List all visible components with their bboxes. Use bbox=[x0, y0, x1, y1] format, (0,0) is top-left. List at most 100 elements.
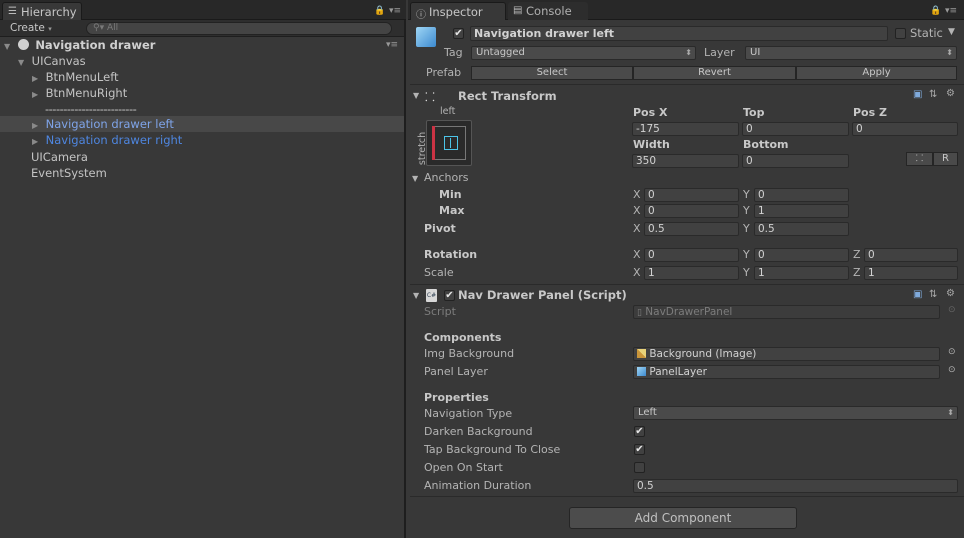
darken-background-label: Darken Background bbox=[424, 425, 533, 438]
inspector-tabbar: ⓘ Inspector ▤ Console 🔒 ▾≡ bbox=[408, 0, 964, 21]
blueprint-mode-button[interactable]: ⸬ bbox=[906, 152, 933, 166]
posz-label: Pos Z bbox=[853, 106, 887, 119]
scene-row[interactable]: ▼ Navigation drawer ▾≡ bbox=[0, 37, 404, 53]
scale-z-axis-label: Z bbox=[853, 266, 861, 279]
bottom-field[interactable]: 0 bbox=[742, 154, 849, 168]
pivot-label: Pivot bbox=[424, 222, 456, 235]
divider bbox=[410, 496, 964, 497]
components-header: Components bbox=[424, 331, 502, 344]
hierarchy-item-btnmenuleft[interactable]: ▶ BtnMenuLeft bbox=[0, 69, 119, 85]
rotation-label: Rotation bbox=[424, 248, 478, 261]
object-name-field[interactable]: Navigation drawer left bbox=[470, 26, 888, 41]
script-reference-field[interactable]: ▯ NavDrawerPanel bbox=[633, 305, 940, 319]
pivot-x-field[interactable]: 0.5 bbox=[644, 222, 739, 236]
static-dropdown-icon[interactable]: ▼ bbox=[948, 27, 955, 37]
posz-field[interactable]: 0 bbox=[852, 122, 958, 136]
layer-dropdown[interactable]: UI ⬍ bbox=[745, 46, 957, 60]
hierarchy-item-separator[interactable]: ------------------------- bbox=[0, 101, 137, 117]
posx-field[interactable]: -175 bbox=[632, 122, 739, 136]
scale-y-field[interactable]: 1 bbox=[754, 266, 849, 280]
panel-layer-value: PanelLayer bbox=[649, 366, 707, 378]
gear-icon[interactable]: ⚙ bbox=[946, 288, 955, 299]
anchor-preset-button[interactable] bbox=[426, 120, 472, 166]
hierarchy-search-input[interactable]: ⚲▾ All bbox=[86, 22, 392, 35]
panel-layer-field[interactable]: PanelLayer bbox=[633, 365, 940, 379]
scene-menu-icon[interactable]: ▾≡ bbox=[386, 37, 398, 53]
tag-dropdown[interactable]: Untagged ⬍ bbox=[471, 46, 696, 60]
hierarchy-item-uicanvas[interactable]: ▼ UICanvas bbox=[0, 53, 86, 69]
anchor-max-y-field[interactable]: 1 bbox=[754, 204, 849, 218]
width-label: Width bbox=[633, 138, 670, 151]
animation-duration-field[interactable]: 0.5 bbox=[633, 479, 958, 493]
rect-transform-title[interactable]: Rect Transform bbox=[458, 89, 557, 103]
pivot-x-axis-label: X bbox=[633, 222, 641, 235]
raw-edit-button[interactable]: R bbox=[933, 152, 958, 166]
prefab-select-button[interactable]: Select bbox=[471, 66, 633, 80]
anchor-max-x-field[interactable]: 0 bbox=[644, 204, 739, 218]
active-checkbox[interactable]: ✔ bbox=[453, 28, 464, 39]
static-checkbox[interactable] bbox=[895, 28, 906, 39]
item-label: ------------------------- bbox=[45, 102, 137, 116]
foldout-arrow-icon[interactable]: ▼ bbox=[413, 291, 419, 300]
rotation-z-field[interactable]: 0 bbox=[864, 248, 958, 262]
rot-x-axis-label: X bbox=[633, 248, 641, 261]
max-y-axis-label: Y bbox=[743, 204, 750, 217]
prefab-revert-button[interactable]: Revert bbox=[633, 66, 796, 80]
hierarchy-item-btnmenuright[interactable]: ▶ BtnMenuRight bbox=[0, 85, 127, 101]
preset-icon[interactable]: ⇅ bbox=[929, 89, 937, 100]
add-component-button[interactable]: Add Component bbox=[569, 507, 797, 529]
object-picker-icon[interactable]: ⊙ bbox=[948, 305, 956, 315]
rotation-x-field[interactable]: 0 bbox=[644, 248, 739, 262]
gear-icon[interactable]: ⚙ bbox=[946, 88, 955, 99]
anchors-label[interactable]: Anchors bbox=[424, 171, 469, 184]
panel-menu-icon[interactable]: ▾≡ bbox=[389, 6, 401, 16]
hierarchy-item-navigation-drawer-left[interactable]: ▶ Navigation drawer left bbox=[0, 116, 404, 132]
help-icon[interactable]: ▣ bbox=[913, 89, 922, 100]
unity-scene-icon bbox=[17, 39, 29, 50]
scale-x-axis-label: X bbox=[633, 266, 641, 279]
preset-icon[interactable]: ⇅ bbox=[929, 289, 937, 300]
navigation-type-dropdown[interactable]: Left ⬍ bbox=[633, 406, 958, 420]
properties-header: Properties bbox=[424, 391, 489, 404]
updown-icon: ⬍ bbox=[946, 48, 953, 57]
tab-hierarchy[interactable]: ☰ Hierarchy bbox=[2, 2, 82, 20]
rect-transform-icon: ⸬ bbox=[425, 90, 435, 104]
scale-z-field[interactable]: 1 bbox=[864, 266, 958, 280]
tab-console-label: Console bbox=[526, 4, 572, 18]
static-label[interactable]: Static bbox=[910, 26, 943, 40]
anchor-min-y-field[interactable]: 0 bbox=[754, 188, 849, 202]
divider bbox=[410, 84, 964, 85]
lock-icon[interactable]: 🔒 bbox=[930, 6, 941, 16]
width-field[interactable]: 350 bbox=[632, 154, 739, 168]
script-enabled-checkbox[interactable]: ✔ bbox=[444, 290, 455, 301]
create-dropdown[interactable]: Create ▾ bbox=[4, 21, 58, 36]
tap-background-label: Tap Background To Close bbox=[424, 443, 561, 456]
open-on-start-checkbox[interactable] bbox=[634, 462, 645, 473]
scale-x-field[interactable]: 1 bbox=[644, 266, 739, 280]
anchor-min-x-field[interactable]: 0 bbox=[644, 188, 739, 202]
hierarchy-item-navigation-drawer-right[interactable]: ▶ Navigation drawer right bbox=[0, 132, 182, 148]
tab-inspector[interactable]: ⓘ Inspector bbox=[410, 2, 506, 21]
tap-background-checkbox[interactable]: ✔ bbox=[634, 444, 645, 455]
hierarchy-item-uicamera[interactable]: UICamera bbox=[0, 149, 88, 165]
object-picker-icon[interactable]: ⊙ bbox=[948, 347, 956, 357]
rotation-y-field[interactable]: 0 bbox=[754, 248, 849, 262]
prefab-apply-button[interactable]: Apply bbox=[796, 66, 957, 80]
top-field[interactable]: 0 bbox=[742, 122, 849, 136]
help-icon[interactable]: ▣ bbox=[913, 289, 922, 300]
tab-console[interactable]: ▤ Console bbox=[508, 2, 588, 20]
darken-background-checkbox[interactable]: ✔ bbox=[634, 426, 645, 437]
hierarchy-item-eventsystem[interactable]: EventSystem bbox=[0, 165, 107, 181]
navigation-type-value: Left bbox=[638, 407, 657, 418]
panel-menu-icon[interactable]: ▾≡ bbox=[945, 6, 957, 16]
img-background-field[interactable]: Background (Image) bbox=[633, 347, 940, 361]
pivot-y-field[interactable]: 0.5 bbox=[754, 222, 849, 236]
object-picker-icon[interactable]: ⊙ bbox=[948, 365, 956, 375]
img-background-value: Background (Image) bbox=[649, 348, 757, 360]
foldout-arrow-icon[interactable]: ▼ bbox=[413, 91, 419, 100]
collapsed-arrow-icon[interactable]: ▶ bbox=[32, 134, 42, 150]
lock-icon[interactable]: 🔒 bbox=[374, 6, 385, 16]
foldout-arrow-icon[interactable]: ▼ bbox=[412, 174, 418, 183]
script-component-title[interactable]: Nav Drawer Panel (Script) bbox=[458, 288, 627, 302]
info-icon: ⓘ bbox=[416, 10, 426, 21]
